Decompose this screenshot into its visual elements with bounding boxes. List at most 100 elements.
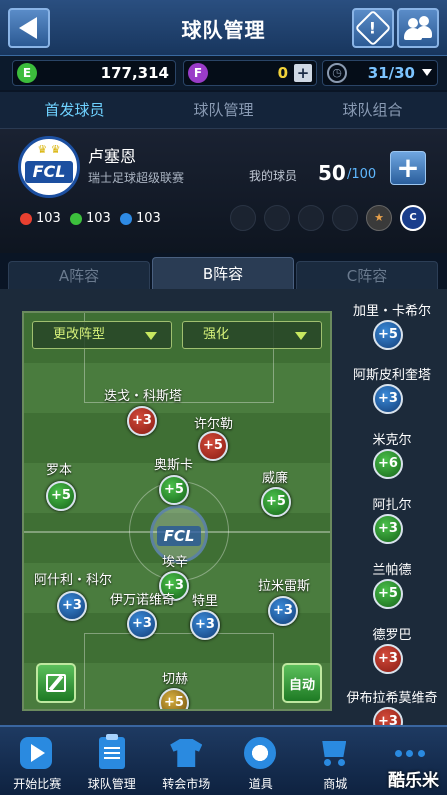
header-bar: 球队管理 ! [0,0,447,56]
f-coin-icon: F [188,63,208,83]
sub-player-name: 阿扎尔 [372,498,412,513]
trophy-icon[interactable]: ★ [366,205,392,231]
club-name: 卢塞恩 [88,147,137,166]
player-bonus[interactable]: +5 [159,475,189,505]
my-players-label: 我的球员 [249,169,298,183]
my-players-count: 50 [318,161,346,185]
player-name: 罗本 [46,463,73,478]
nav-items[interactable]: 道具 [224,727,299,795]
tab-formation-b[interactable]: B阵容 [152,257,294,289]
green-dot-icon [70,212,82,225]
player-name: 埃辛 [162,555,189,570]
sub-player-bonus[interactable]: +3 [373,514,403,544]
chelsea-crest-icon[interactable]: C [400,205,426,231]
player-name: 迭戈・科斯塔 [104,389,183,404]
club-badge: ♛ ♛ FCL [18,136,80,198]
tab-team-management[interactable]: 球队管理 [149,92,298,128]
more-icon [393,737,427,769]
edit-icon [46,674,66,692]
tab-starting-players[interactable]: 首发球员 [0,92,149,128]
bottom-nav: 开始比赛 球队管理 转会市场 道具 商城 [0,725,447,795]
blue-dot-icon [120,212,132,225]
player-bonus[interactable]: +3 [268,596,298,626]
f-currency-value: 0 [277,64,288,82]
dropdown-arrow-icon [145,332,157,340]
player-name: 阿什利・科尔 [34,573,113,588]
clock-icon: ◷ [327,63,347,83]
combo-slot [230,205,256,231]
player-bonus[interactable]: +5 [46,481,76,511]
sub-player-name: 阿斯皮利奎塔 [352,368,431,383]
nav-transfer-market[interactable]: 转会市场 [149,727,224,795]
player-name: 拉米雷斯 [258,579,311,594]
shirt-icon [170,739,203,767]
sub-player-name: 德罗巴 [372,628,412,643]
stat-red: 103 [20,211,61,226]
player-bonus[interactable]: +3 [57,591,87,621]
player-name: 威廉 [262,471,289,486]
nav-shop[interactable]: 商城 [298,727,373,795]
people-icon [404,16,432,40]
sub-player-name: 伊布拉希莫维奇 [346,691,438,706]
ball-icon [243,737,276,769]
nav-team-management[interactable]: 球队管理 [75,727,150,795]
lions-emblem-icon: ♛ ♛ [37,143,61,156]
red-dot-icon [20,212,32,225]
sub-player-name: 兰帕德 [372,563,412,578]
tab-team-combination[interactable]: 球队组合 [298,92,447,128]
player-name: 特里 [192,594,219,609]
nav-start-match[interactable]: 开始比赛 [0,727,75,795]
cart-icon [318,737,350,767]
pitch: FCL 更改阵型 强化 迭戈・科斯塔 +3 许尔勒 +5 罗本 +5 奥斯卡 +… [22,311,332,711]
add-player-button[interactable]: + [390,151,426,185]
player-name: 伊万诺维奇 [110,593,176,608]
auto-lineup-button[interactable]: 自动 [282,663,322,703]
player-name: 许尔勒 [194,417,234,432]
sub-player-bonus[interactable]: +3 [373,644,403,674]
sub-player-bonus[interactable]: +6 [373,449,403,479]
formation-tabs: A阵容 B阵容 C阵容 [0,253,447,289]
combo-slot [332,205,358,231]
player-name: 切赫 [162,672,189,687]
strengthen-dropdown[interactable]: 强化 [182,321,322,349]
combo-slot [298,205,324,231]
player-bonus[interactable]: +3 [127,609,157,639]
watermark: 酷乐米 [388,771,439,791]
player-bonus[interactable]: +3 [190,610,220,640]
player-name: 奥斯卡 [154,458,194,473]
energy-dropdown-icon [422,69,432,76]
tab-formation-a[interactable]: A阵容 [8,261,150,289]
friends-button[interactable] [397,8,439,48]
stat-blue: 103 [120,211,161,226]
tab-formation-c[interactable]: C阵容 [296,261,438,289]
change-formation-dropdown[interactable]: 更改阵型 [32,321,172,349]
sub-player-bonus[interactable]: +5 [373,579,403,609]
lineup-area: FCL 更改阵型 强化 迭戈・科斯塔 +3 许尔勒 +5 罗本 +5 奥斯卡 +… [0,289,447,737]
e-currency-box: E 177,314 [12,60,176,86]
alert-icon: ! [354,9,392,47]
energy-value: 31/30 [367,64,415,82]
f-currency-box: F 0 + [183,60,317,86]
currency-bar: E 177,314 F 0 + ◷ 31/30 [0,56,447,90]
add-currency-button[interactable]: + [294,64,312,82]
sub-player-bonus[interactable]: +3 [373,384,403,414]
club-info-panel: ♛ ♛ FCL 卢塞恩 瑞士足球超级联赛 我的球员 50 /100 + 103 … [0,128,447,253]
combo-slot [264,205,290,231]
edit-lineup-button[interactable] [36,663,76,703]
player-bonus[interactable]: +3 [127,406,157,436]
energy-box[interactable]: ◷ 31/30 [322,60,438,86]
sub-player-name: 加里・卡希尔 [352,304,431,319]
player-bonus[interactable]: +5 [198,431,228,461]
player-bonus[interactable]: +5 [159,688,189,709]
player-bonus[interactable]: +5 [261,487,291,517]
e-currency-value: 177,314 [100,64,169,82]
alert-button[interactable]: ! [352,8,394,48]
my-players-max: /100 [347,167,377,182]
dropdown-arrow-icon [295,332,307,340]
sub-player-name: 米克尔 [372,433,412,448]
e-coin-icon: E [17,63,37,83]
clipboard-icon [98,734,125,769]
sub-player-bonus[interactable]: +5 [373,320,403,350]
section-tabs: 首发球员 球队管理 球队组合 [0,92,447,128]
club-league: 瑞士足球超级联赛 [88,171,185,185]
